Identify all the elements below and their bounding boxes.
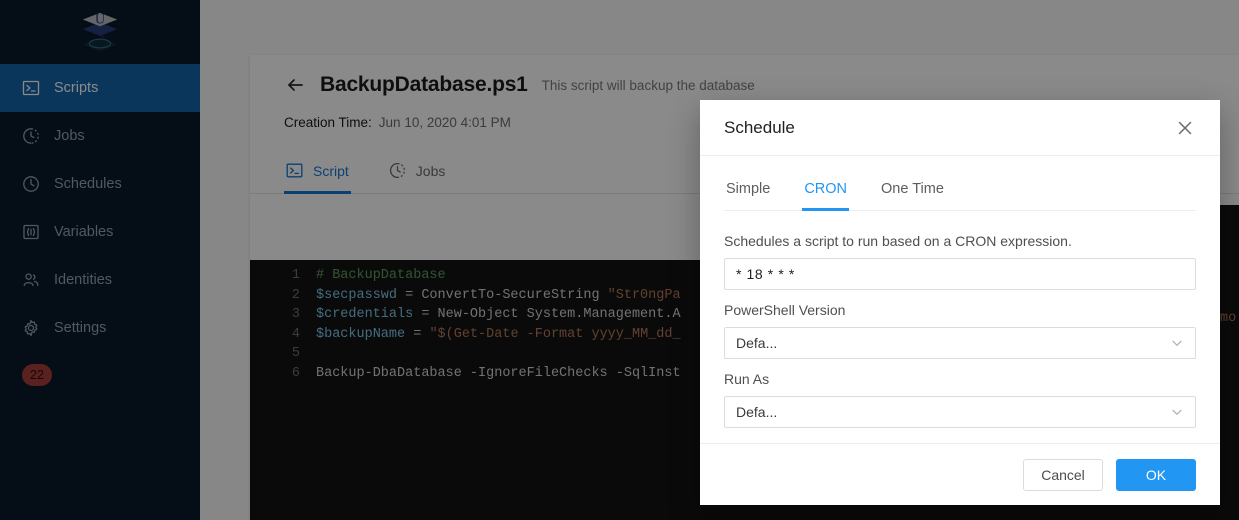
cancel-button[interactable]: Cancel — [1023, 458, 1103, 491]
powershell-version-value: Defa... — [736, 335, 778, 351]
tab-label: Simple — [726, 181, 771, 197]
schedule-type-tabs: Simple CRON One Time — [724, 178, 1196, 211]
run-as-select[interactable]: Defa... — [724, 396, 1196, 428]
ok-button[interactable]: OK — [1116, 458, 1196, 491]
run-as-label: Run As — [724, 371, 770, 387]
schedule-modal: Schedule Simple CRON One Time Schedules — [700, 100, 1220, 505]
app-root: U Scripts Jobs Schedules Variables Ident… — [0, 0, 1239, 520]
tab-cron[interactable]: CRON — [802, 178, 850, 211]
chevron-down-icon — [1170, 336, 1184, 350]
cron-input-value: * 18 * * * — [736, 266, 795, 282]
chevron-down-icon — [1170, 405, 1184, 419]
modal-footer: Cancel OK — [700, 443, 1220, 505]
tab-label: One Time — [881, 181, 944, 197]
run-as-value: Defa... — [736, 404, 778, 420]
cron-input[interactable]: * 18 * * * — [724, 258, 1196, 290]
modal-body: Simple CRON One Time Schedules a script … — [700, 156, 1220, 443]
tab-label: CRON — [804, 181, 848, 197]
tab-one-time[interactable]: One Time — [879, 178, 946, 211]
powershell-version-select[interactable]: Defa... — [724, 327, 1196, 359]
modal-title: Schedule — [724, 117, 795, 137]
cron-description: Schedules a script to run based on a CRO… — [724, 233, 1072, 249]
powershell-version-label: PowerShell Version — [724, 302, 846, 318]
tab-simple[interactable]: Simple — [724, 178, 772, 211]
modal-header: Schedule — [700, 100, 1220, 156]
close-icon[interactable] — [1174, 117, 1196, 139]
